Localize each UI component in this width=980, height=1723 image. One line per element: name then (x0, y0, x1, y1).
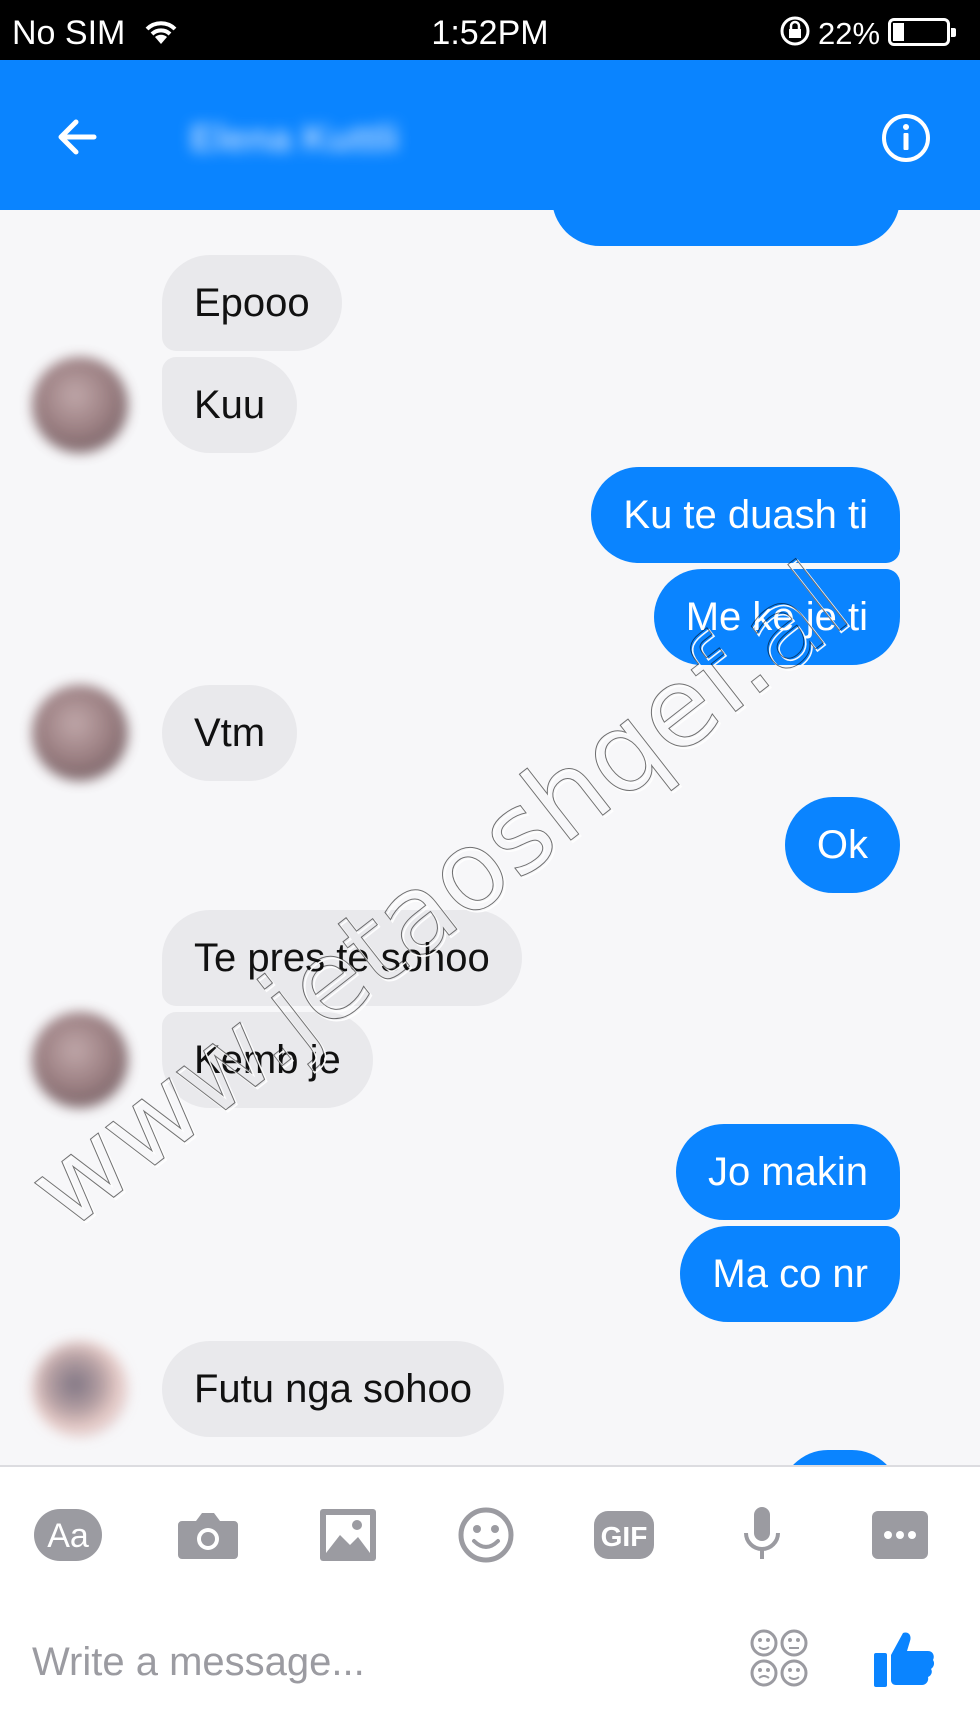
contact-avatar (32, 357, 128, 453)
message-bubble-incoming: Vtm (162, 685, 298, 781)
message-bubble-outgoing: Ok (784, 797, 900, 893)
microphone-icon[interactable] (726, 1505, 798, 1565)
conversation-header: Elena Kuttli (0, 60, 980, 210)
message-bubble-outgoing: Me ke je ti (653, 569, 900, 665)
text-format-label: Aa (47, 1517, 89, 1555)
message-input[interactable] (32, 1627, 672, 1697)
message-bubble-outgoing: Jo makin (675, 1124, 900, 1220)
message-bubble-incoming: Kuu (162, 357, 298, 453)
message-thread[interactable]: Epooo Kuu Ku te duash ti Me ke je ti Vtm… (0, 210, 980, 1465)
camera-icon[interactable] (172, 1505, 244, 1565)
message-bubble-partial (552, 210, 900, 246)
text-format-icon[interactable]: Aa (32, 1505, 104, 1565)
gif-icon[interactable]: GIF (588, 1505, 660, 1565)
contact-avatar (32, 1341, 128, 1437)
gif-label: GIF (601, 1521, 648, 1552)
message-bubble-incoming: Futu nga sohoo (162, 1341, 504, 1437)
contact-avatar (32, 1012, 128, 1108)
info-icon[interactable] (880, 112, 932, 164)
message-composer: Aa GIF (0, 1465, 980, 1723)
battery-percent: 22% (818, 16, 881, 51)
status-bar: No SIM 1:52PM 22% (0, 0, 980, 60)
message-bubble-incoming: Epooo (162, 255, 342, 351)
contact-avatar (32, 685, 128, 781)
message-bubble-incoming: Kemb je (162, 1012, 373, 1108)
contact-name[interactable]: Elena Kuttli (190, 118, 399, 161)
battery-icon (888, 18, 956, 46)
more-icon[interactable] (864, 1505, 936, 1565)
emoji-icon[interactable] (450, 1505, 522, 1565)
message-bubble-outgoing: Ku te duash ti (591, 467, 900, 563)
thumbs-up-icon[interactable] (872, 1627, 936, 1691)
image-icon[interactable] (312, 1505, 384, 1565)
rotation-lock-icon (780, 16, 810, 46)
message-bubble-partial (780, 1450, 900, 1465)
message-bubble-incoming: Te pres te sohoo (162, 910, 522, 1006)
back-arrow-icon[interactable] (50, 110, 104, 164)
emoji-grid-icon[interactable] (748, 1627, 810, 1689)
message-bubble-outgoing: Ma co nr (680, 1226, 900, 1322)
